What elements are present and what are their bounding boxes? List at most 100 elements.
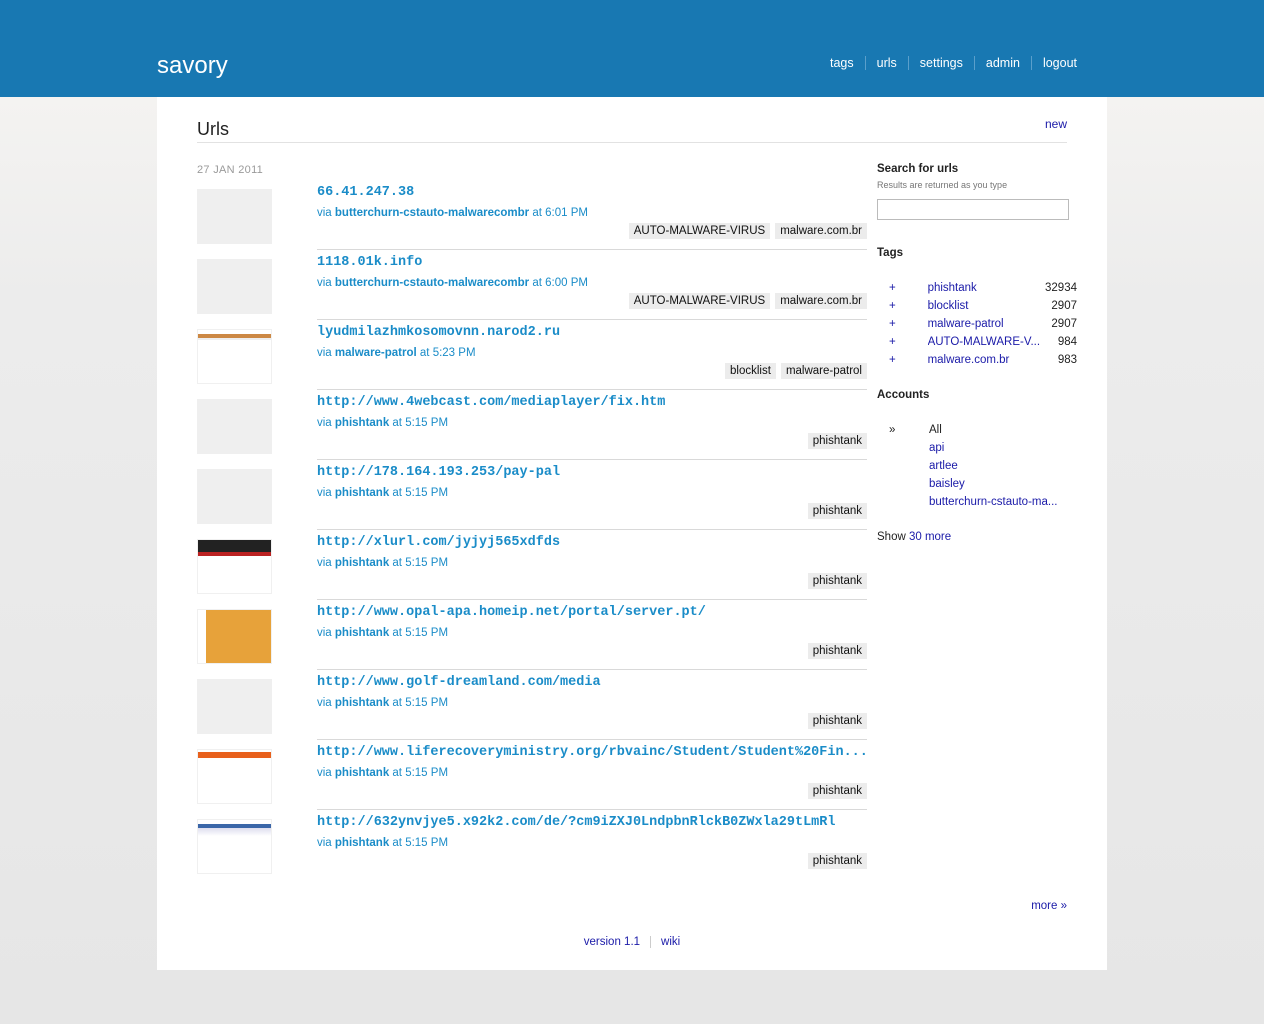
tag-list: + phishtank 32934 + blocklist 2907 + malware-pa… xyxy=(877,279,1077,369)
add-tag-filter-button[interactable]: + xyxy=(877,300,928,312)
nav-admin[interactable]: admin xyxy=(973,56,1031,70)
via-label: via xyxy=(317,417,335,429)
account-link[interactable]: phishtank xyxy=(335,697,389,709)
timestamp: at 5:15 PM xyxy=(389,837,449,849)
entry-divider xyxy=(317,669,867,670)
url-entry: http://632ynvjye5.x92k2.com/de/?cm9iZXJ0… xyxy=(197,815,867,889)
site-screenshot-thumbnail[interactable] xyxy=(197,819,272,874)
add-tag-filter-button[interactable]: + xyxy=(877,354,928,366)
tag-chip[interactable]: phishtank xyxy=(807,573,867,589)
tag-chip[interactable]: AUTO-MALWARE-VIRUS xyxy=(628,293,771,309)
entry-divider xyxy=(317,319,867,320)
account-link[interactable]: malware-patrol xyxy=(335,347,417,359)
site-screenshot-thumbnail[interactable] xyxy=(197,539,272,594)
account-link[interactable]: butterchurn-cstauto-ma... xyxy=(929,496,1057,508)
tag-chip[interactable]: AUTO-MALWARE-VIRUS xyxy=(628,223,771,239)
url-meta: via butterchurn-cstauto-malwarecombr at … xyxy=(317,277,588,289)
tag-chip[interactable]: phishtank xyxy=(807,713,867,729)
tag-chip[interactable]: malware.com.br xyxy=(775,223,867,239)
tag-chip[interactable]: malware-patrol xyxy=(780,363,867,379)
tag-link[interactable]: AUTO-MALWARE-V... xyxy=(928,336,1044,348)
add-tag-filter-button[interactable]: + xyxy=(877,282,928,294)
account-link[interactable]: baisley xyxy=(929,478,965,490)
account-link[interactable]: phishtank xyxy=(335,557,389,569)
timestamp: at 5:15 PM xyxy=(389,557,449,569)
tag-chip[interactable]: phishtank xyxy=(807,853,867,869)
account-list: » All api artlee baisley butterchurn-cstauto-… xyxy=(877,421,1077,511)
nav-urls[interactable]: urls xyxy=(864,56,908,70)
wiki-link[interactable]: wiki xyxy=(650,936,691,948)
account-link[interactable]: phishtank xyxy=(335,417,389,429)
timestamp: at 5:15 PM xyxy=(389,767,449,779)
site-screenshot-thumbnail[interactable] xyxy=(197,749,272,804)
tag-link[interactable]: phishtank xyxy=(928,282,1044,294)
show-more-accounts-link[interactable]: 30 more xyxy=(909,531,951,543)
tag-group: blocklist malware-patrol xyxy=(720,363,867,379)
url-meta: via phishtank at 5:15 PM xyxy=(317,697,448,709)
url-link[interactable]: http://www.4webcast.com/mediaplayer/fix.… xyxy=(317,395,665,410)
account-link[interactable]: phishtank xyxy=(335,487,389,499)
account-link[interactable]: butterchurn-cstauto-malwarecombr xyxy=(335,277,529,289)
url-link[interactable]: http://178.164.193.253/pay-pal xyxy=(317,465,560,480)
tags-title: Tags xyxy=(877,247,903,259)
url-meta: via phishtank at 5:15 PM xyxy=(317,557,448,569)
thumbnail-placeholder[interactable] xyxy=(197,469,272,524)
thumbnail-placeholder[interactable] xyxy=(197,399,272,454)
url-link[interactable]: http://www.liferecoveryministry.org/rbva… xyxy=(317,745,868,760)
tag-row: + malware.com.br 983 xyxy=(877,351,1077,369)
url-entry: http://178.164.193.253/pay-pal via phisht… xyxy=(197,465,867,539)
via-label: via xyxy=(317,697,335,709)
tag-chip[interactable]: phishtank xyxy=(807,783,867,799)
new-url-link[interactable]: new xyxy=(1045,117,1067,131)
site-screenshot-thumbnail[interactable] xyxy=(197,329,272,384)
account-link[interactable]: phishtank xyxy=(335,837,389,849)
url-link[interactable]: http://632ynvjye5.x92k2.com/de/?cm9iZXJ0… xyxy=(317,815,835,830)
tag-link[interactable]: malware-patrol xyxy=(928,318,1044,330)
tag-chip[interactable]: phishtank xyxy=(807,433,867,449)
tag-chip[interactable]: phishtank xyxy=(807,643,867,659)
selected-marker: » xyxy=(889,424,896,436)
tag-count: 984 xyxy=(1057,336,1077,348)
url-meta: via butterchurn-cstauto-malwarecombr at … xyxy=(317,207,588,219)
version-link[interactable]: version 1.1 xyxy=(574,936,650,948)
account-link[interactable]: api xyxy=(929,442,944,454)
url-link[interactable]: http://xlurl.com/jyjyj565xdfds xyxy=(317,535,560,550)
add-tag-filter-button[interactable]: + xyxy=(877,318,928,330)
nav-tags[interactable]: tags xyxy=(819,56,865,70)
tag-link[interactable]: blocklist xyxy=(928,300,1044,312)
via-label: via xyxy=(317,347,335,359)
thumbnail-placeholder[interactable] xyxy=(197,189,272,244)
sidebar: Search for urls Results are returned as … xyxy=(877,163,1077,543)
url-link[interactable]: 1118.01k.info xyxy=(317,255,422,270)
url-link[interactable]: http://www.opal-apa.homeip.net/portal/se… xyxy=(317,605,706,620)
nav-logout[interactable]: logout xyxy=(1030,56,1088,70)
account-link[interactable]: phishtank xyxy=(335,627,389,639)
brand-logo[interactable]: savory xyxy=(157,52,228,80)
thumbnail-placeholder[interactable] xyxy=(197,259,272,314)
url-link[interactable]: 66.41.247.38 xyxy=(317,185,414,200)
tag-link[interactable]: malware.com.br xyxy=(928,354,1044,366)
site-screenshot-thumbnail[interactable] xyxy=(197,609,272,664)
accounts-title: Accounts xyxy=(877,389,930,401)
entry-divider xyxy=(317,459,867,460)
url-entry: http://www.4webcast.com/mediaplayer/fix.… xyxy=(197,395,867,469)
nav-settings[interactable]: settings xyxy=(907,56,974,70)
timestamp: at 6:01 PM xyxy=(529,207,588,219)
account-row: artlee xyxy=(877,457,1077,475)
add-tag-filter-button[interactable]: + xyxy=(877,336,928,348)
thumbnail-placeholder[interactable] xyxy=(197,679,272,734)
url-link[interactable]: lyudmilazhmkosomovnn.narod2.ru xyxy=(317,325,560,340)
tag-row: + AUTO-MALWARE-V... 984 xyxy=(877,333,1077,351)
url-entry: 66.41.247.38 via butterchurn-cstauto-malw… xyxy=(197,185,867,259)
search-input[interactable] xyxy=(877,199,1069,220)
account-link[interactable]: butterchurn-cstauto-malwarecombr xyxy=(335,207,529,219)
tag-chip[interactable]: blocklist xyxy=(725,363,776,379)
more-link[interactable]: more » xyxy=(1031,900,1067,912)
url-link[interactable]: http://www.golf-dreamland.com/media xyxy=(317,675,601,690)
tag-chip[interactable]: phishtank xyxy=(807,503,867,519)
tag-chip[interactable]: malware.com.br xyxy=(775,293,867,309)
account-link[interactable]: artlee xyxy=(929,460,958,472)
entry-divider xyxy=(317,529,867,530)
account-link[interactable]: phishtank xyxy=(335,767,389,779)
url-meta: via phishtank at 5:15 PM xyxy=(317,837,448,849)
